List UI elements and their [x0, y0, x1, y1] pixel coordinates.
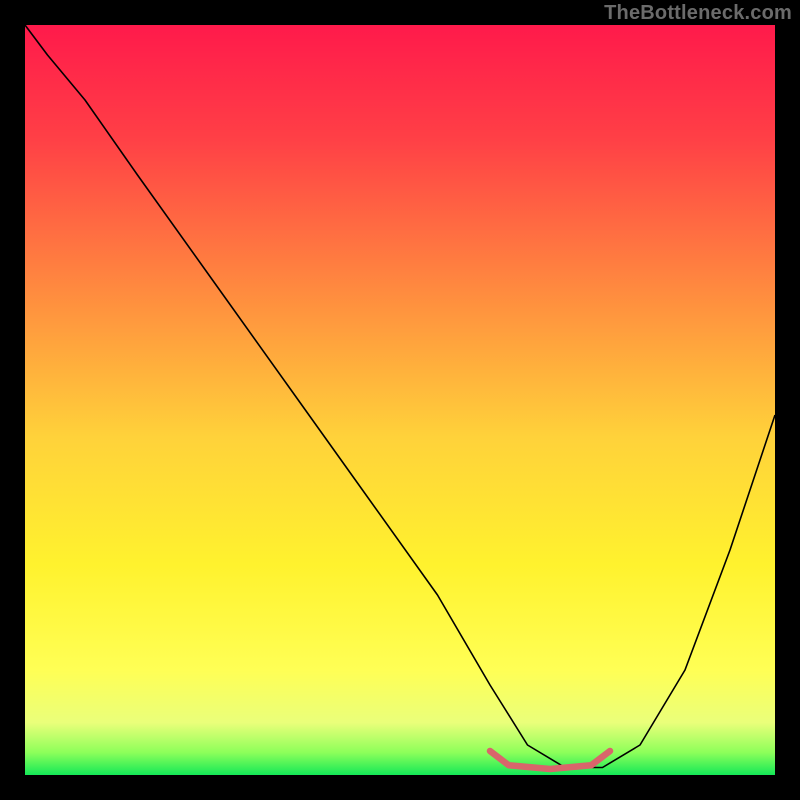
chart-svg — [25, 25, 775, 775]
chart-background — [25, 25, 775, 775]
chart-plot-area — [25, 25, 775, 775]
watermark-text: TheBottleneck.com — [604, 2, 792, 25]
